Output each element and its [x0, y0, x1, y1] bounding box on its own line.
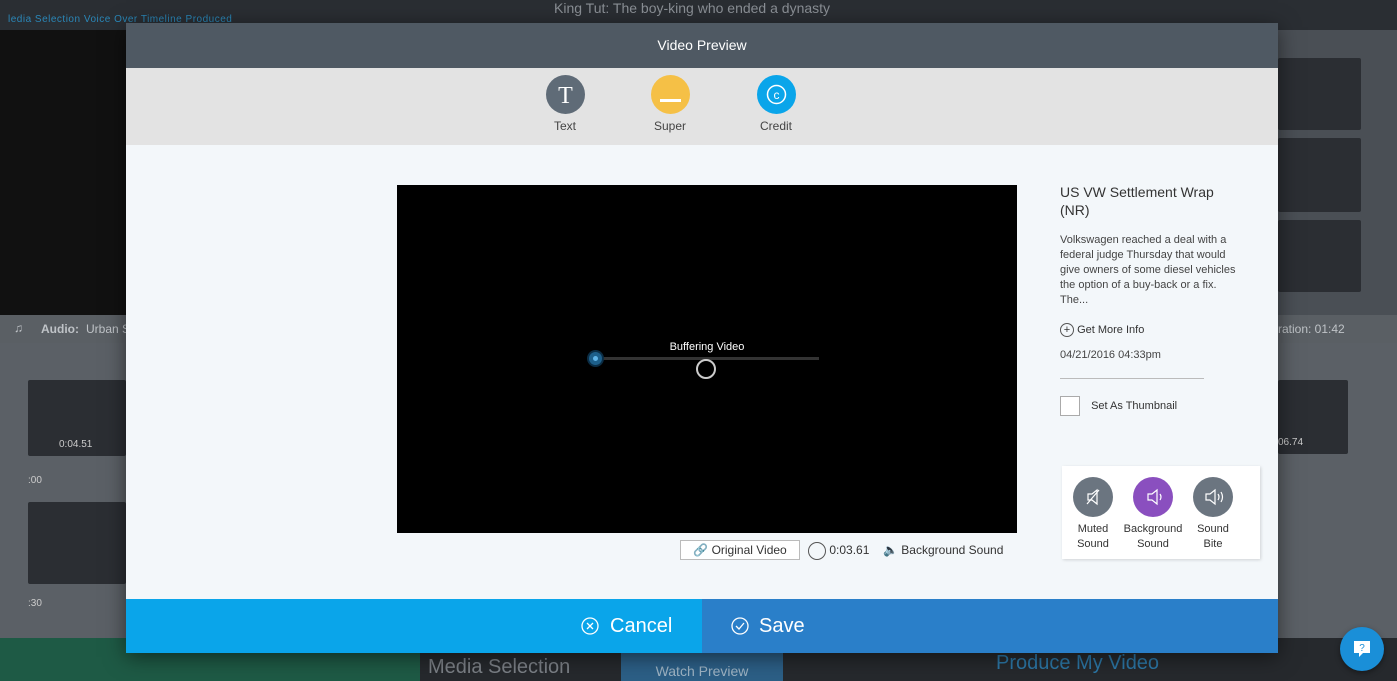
credit-tool-label: Credit — [759, 119, 792, 133]
speaker-low-icon — [1133, 477, 1173, 517]
clip-time: 06.74 — [1278, 437, 1304, 448]
svg-text:T: T — [558, 83, 573, 109]
modal-actions: Cancel Save — [126, 599, 1278, 653]
super-icon — [650, 75, 690, 114]
sound-label: Sound — [1197, 523, 1229, 535]
text-tool[interactable]: T Text — [535, 75, 595, 133]
timeline-tick: :00 — [28, 475, 42, 486]
timeline-clip[interactable] — [28, 502, 126, 584]
preview-area — [0, 30, 126, 315]
chat-icon: ? — [1354, 641, 1370, 657]
video-player[interactable]: Buffering Video — [397, 185, 1017, 533]
muted-speaker-icon — [1073, 477, 1113, 517]
background-sound-option[interactable]: Background Sound — [1123, 477, 1183, 552]
more-info-label: Get More Info — [1077, 324, 1145, 336]
clip-details: US VW Settlement Wrap (NR) Volkswagen re… — [1060, 183, 1240, 417]
clip-title: US VW Settlement Wrap (NR) — [1060, 184, 1214, 218]
plus-circle-icon: + — [1060, 323, 1074, 337]
sound-options: Muted Sound Background Sound Sound Bite — [1062, 466, 1260, 559]
cancel-label: Cancel — [610, 615, 673, 637]
watch-preview-label: Watch Preview — [655, 663, 749, 679]
copyright-icon: c — [756, 75, 796, 114]
media-selection-link[interactable]: Media Selection — [428, 656, 570, 679]
sound-label: Background — [1123, 523, 1183, 535]
overlay-toolbar: T Text Super c Credit — [126, 68, 1278, 145]
video-preview-modal: Video Preview T Text Super c Credit Buff… — [126, 23, 1278, 653]
cancel-button[interactable]: Cancel — [126, 599, 702, 653]
super-tool-label: Super — [653, 119, 687, 133]
duration-label: ration: 01:42 — [1278, 322, 1345, 336]
loading-indicator — [696, 359, 716, 379]
clip-description: Volkswagen reached a deal with a federal… — [1060, 234, 1236, 306]
muted-sound-option[interactable]: Muted Sound — [1063, 477, 1123, 552]
sound-bite-option[interactable]: Sound Bite — [1183, 477, 1243, 552]
produce-video-button[interactable]: Produce My Video — [996, 652, 1159, 675]
speaker-high-icon — [1193, 477, 1233, 517]
timeline-clip[interactable]: 06.74 — [1278, 380, 1348, 454]
sound-label: Bite — [1203, 538, 1223, 550]
thumbnail-label: Set As Thumbnail — [1091, 400, 1178, 412]
audio-value: Urban S — [86, 322, 131, 336]
modal-title: Video Preview — [126, 23, 1278, 68]
sound-label: Sound — [1137, 538, 1169, 550]
media-thumb[interactable] — [1278, 138, 1361, 212]
svg-text:?: ? — [1359, 643, 1365, 654]
media-thumb[interactable] — [1278, 220, 1361, 292]
check-circle-icon — [731, 617, 749, 635]
save-button[interactable]: Save — [702, 599, 1278, 653]
duration-value: 0:03.61 — [829, 543, 870, 558]
save-label: Save — [759, 615, 805, 637]
super-tool[interactable]: Super — [640, 75, 700, 133]
sound-label: Sound — [1077, 538, 1109, 550]
audio-label: Audio: — [41, 322, 79, 336]
help-chat-button[interactable]: ? — [1340, 627, 1384, 671]
sound-type-label: Background Sound — [901, 543, 1004, 557]
cancel-icon — [581, 617, 599, 635]
divider — [1060, 378, 1204, 379]
svg-text:c: c — [773, 88, 779, 102]
clip-date: 04/21/2016 04:33pm — [1060, 349, 1161, 361]
original-video-button[interactable]: 🔗 Original Video — [680, 540, 800, 560]
get-more-info-link[interactable]: + Get More Info — [1060, 323, 1240, 337]
timeline-tick: :30 — [28, 598, 42, 609]
media-thumbnails — [1278, 30, 1397, 315]
seek-handle[interactable] — [589, 352, 602, 365]
text-icon: T — [545, 75, 585, 114]
clip-time: 0:04.51 — [59, 439, 93, 450]
credit-tool[interactable]: c Credit — [746, 75, 806, 133]
timeline-clip[interactable]: 0:04.51 — [28, 380, 126, 456]
video-duration: 0:03.61 — [808, 542, 869, 560]
original-video-label: Original Video — [711, 543, 787, 557]
speaker-icon: 🔈 — [883, 543, 898, 557]
link-icon: 🔗 — [693, 543, 709, 557]
buffering-text: Buffering Video — [669, 341, 745, 353]
project-title: King Tut: The boy-king who ended a dynas… — [554, 0, 831, 16]
set-thumbnail-row[interactable]: Set As Thumbnail — [1060, 396, 1240, 417]
music-icon: ♫ — [14, 321, 23, 335]
sound-type: 🔈 Background Sound — [883, 543, 1003, 557]
text-tool-label: Text — [553, 119, 576, 133]
clock-icon — [808, 542, 826, 560]
sound-label: Muted — [1077, 523, 1109, 535]
media-thumb[interactable] — [1278, 58, 1361, 130]
thumbnail-checkbox[interactable] — [1060, 396, 1080, 417]
